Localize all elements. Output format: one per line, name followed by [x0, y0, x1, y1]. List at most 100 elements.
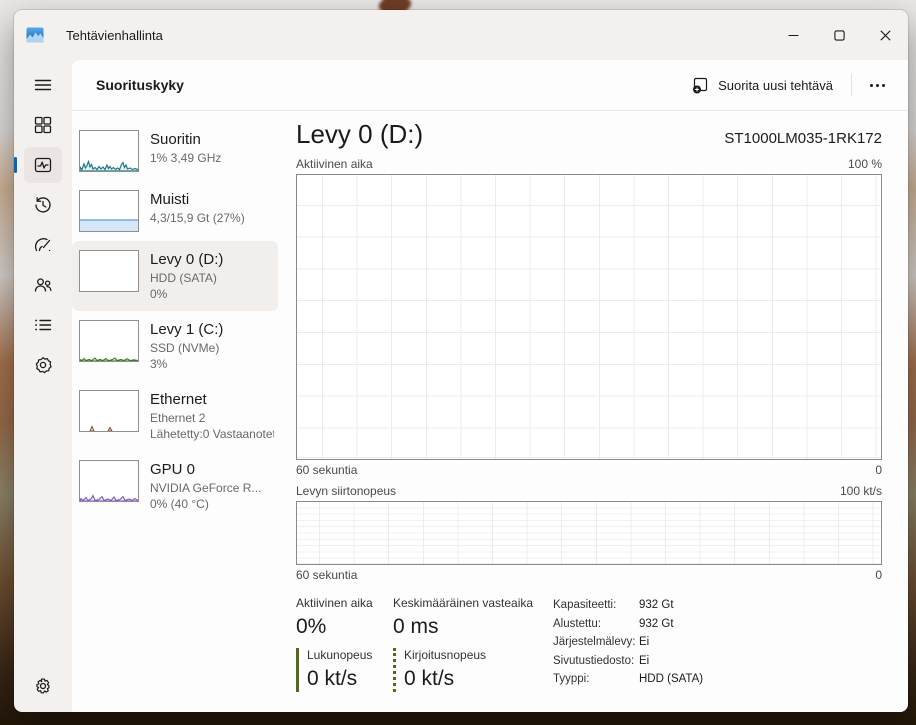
nav-performance-button[interactable]: [14, 147, 62, 183]
perf-item-disk1[interactable]: Levy 1 (C:) SSD (NVMe) 3%: [72, 311, 278, 381]
performance-icon: [34, 157, 52, 173]
detail-value: Ei: [639, 654, 650, 667]
stat-label: Keskimääräinen vasteaika: [393, 596, 534, 610]
maximize-button[interactable]: [816, 10, 862, 60]
perf-item-sub: Ethernet 2: [150, 411, 206, 425]
nav-rail: [14, 60, 72, 712]
content-panel: Suorituskyky Suorita uusi tehtävä Suorit…: [72, 60, 908, 712]
services-icon: [35, 357, 52, 374]
disk0-thumbnail: [79, 250, 139, 292]
stat-value: 0%: [296, 615, 327, 638]
ethernet-sparkline: [89, 425, 113, 431]
disk-details-table: Kapasiteetti: 932 Gt Alustettu: 932 Gt J…: [553, 596, 703, 692]
run-new-task-button[interactable]: Suorita uusi tehtävä: [682, 71, 843, 100]
perf-item-sub: NVIDIA GeForce R...: [150, 481, 262, 495]
nav-startup-apps-button[interactable]: [24, 227, 62, 263]
active-time-chart: [296, 174, 882, 460]
cpu-sparkline: [80, 159, 138, 171]
nav-app-history-button[interactable]: [24, 187, 62, 223]
perf-item-sub: SSD (NVMe): [150, 341, 220, 355]
perf-item-title: Levy 0 (D:): [150, 251, 224, 268]
active-time-chart-max: 100 %: [847, 157, 882, 171]
disk-detail-pane: Levy 0 (D:) ST1000LM035-1RK172 Aktiivine…: [278, 111, 908, 712]
perf-item-memory[interactable]: Muisti 4,3/15,9 Gt (27%): [72, 181, 278, 241]
detail-label: Sivutustiedosto:: [553, 654, 635, 667]
nav-menu-button[interactable]: [24, 67, 62, 103]
perf-item-sub2: 0%: [150, 287, 168, 301]
page-header: Suorituskyky Suorita uusi tehtävä: [72, 60, 908, 111]
page-title: Suorituskyky: [96, 77, 184, 93]
task-manager-app-icon: [26, 27, 44, 43]
new-task-icon: [693, 77, 708, 93]
nav-processes-button[interactable]: [24, 107, 62, 143]
detail-row-formatted: Alustettu: 932 Gt: [553, 615, 703, 634]
perf-item-sub2: 3%: [150, 357, 168, 371]
detail-row-capacity: Kapasiteetti: 932 Gt: [553, 596, 703, 615]
cpu-thumbnail: [79, 130, 139, 172]
perf-item-sub: 4,3/15,9 Gt (27%): [150, 211, 245, 225]
close-button[interactable]: [862, 10, 908, 60]
nav-services-button[interactable]: [24, 347, 62, 383]
perf-item-title: Suoritin: [150, 131, 201, 148]
performance-list: Suoritin 1% 3,49 GHz Muisti 4,3/15,9 Gt …: [72, 111, 278, 712]
memory-sparkline: [80, 219, 138, 231]
perf-item-cpu[interactable]: Suoritin 1% 3,49 GHz: [72, 121, 278, 181]
stat-write-speed: Kirjoitusnopeus 0 kt/s: [393, 648, 566, 692]
run-new-task-label: Suorita uusi tehtävä: [718, 77, 833, 93]
detail-value: Ei: [639, 636, 650, 648]
minimize-button[interactable]: [770, 10, 816, 60]
transfer-rate-chart: [296, 501, 882, 565]
detail-label: Alustettu:: [553, 617, 601, 630]
perf-item-ethernet[interactable]: Ethernet Ethernet 2 Lähetetty:0 Vastaano…: [72, 381, 278, 451]
settings-button[interactable]: [24, 668, 62, 704]
perf-item-title: Muisti: [150, 191, 190, 208]
stat-read-speed: Lukunopeus 0 kt/s: [296, 648, 393, 692]
disk-title: Levy 0 (D:): [296, 119, 424, 149]
device-model: ST1000LM035-1RK172: [724, 130, 882, 147]
perf-item-title: GPU 0: [150, 461, 196, 478]
active-time-x-right: 0: [875, 463, 882, 477]
nav-details-button[interactable]: [24, 307, 62, 343]
maximize-icon: [833, 29, 845, 41]
app-history-icon: [35, 197, 51, 213]
stat-value: 0 kt/s: [307, 667, 358, 690]
perf-item-gpu[interactable]: GPU 0 NVIDIA GeForce R... 0% (40 °C): [72, 451, 278, 521]
transfer-x-left: 60 sekuntia: [296, 568, 358, 582]
titlebar: Tehtävienhallinta: [14, 10, 908, 60]
menu-icon: [34, 79, 52, 91]
ethernet-thumbnail: [79, 390, 139, 432]
nav-users-button[interactable]: [24, 267, 62, 303]
stat-label: Lukunopeus: [307, 648, 373, 662]
more-options-icon: [875, 83, 879, 87]
perf-item-sub: HDD (SATA): [150, 271, 217, 285]
close-icon: [879, 29, 891, 41]
perf-item-title: Levy 1 (C:): [150, 321, 224, 338]
memory-thumbnail: [79, 190, 139, 232]
gpu-thumbnail: [79, 460, 139, 502]
disk-stats: Aktiivinen aika 0% Keskimääräinen vastea…: [296, 596, 882, 692]
detail-label: Järjestelmälevy:: [553, 636, 636, 648]
perf-item-sub2: Lähetetty:0 Vastaanotet: [150, 427, 274, 441]
startup-apps-icon: [34, 238, 51, 252]
detail-row-page-file: Sivutustiedosto: Ei: [553, 652, 703, 671]
perf-item-title: Ethernet: [150, 391, 207, 408]
selected-indicator: [14, 157, 17, 173]
stat-label: Aktiivinen aika: [296, 596, 373, 610]
detail-value: HDD (SATA): [639, 673, 704, 685]
stat-active-time: Aktiivinen aika 0%: [296, 596, 393, 640]
minimize-icon: [788, 34, 798, 36]
disk1-thumbnail: [79, 320, 139, 362]
detail-label: Tyyppi:: [553, 673, 590, 685]
window-title: Tehtävienhallinta: [66, 27, 163, 43]
task-manager-window: Tehtävienhallinta Suorituskyky Suorita u…: [14, 10, 908, 712]
transfer-x-right: 0: [875, 568, 882, 582]
more-options-button[interactable]: [860, 71, 894, 99]
detail-row-system-disk: Järjestelmälevy: Ei: [553, 633, 703, 652]
disk1-sparkline: [80, 357, 138, 361]
stat-label: Kirjoitusnopeus: [404, 648, 487, 662]
header-divider: [851, 74, 852, 96]
active-time-x-left: 60 sekuntia: [296, 463, 358, 477]
perf-item-disk0[interactable]: Levy 0 (D:) HDD (SATA) 0%: [72, 241, 278, 311]
disk0-sparkline: [80, 251, 138, 291]
transfer-chart-max: 100 kt/s: [839, 484, 882, 498]
